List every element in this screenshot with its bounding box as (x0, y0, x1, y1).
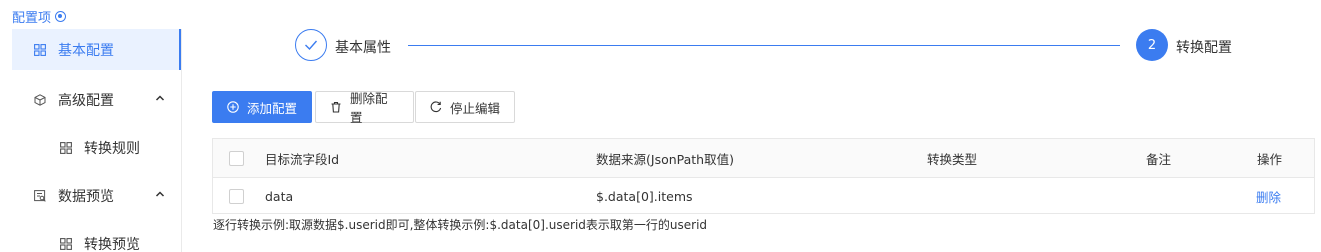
column-header: 操作 (1257, 151, 1283, 167)
column-header: 目标流字段Id (265, 151, 340, 167)
target-icon (55, 11, 67, 22)
grid-icon (60, 238, 72, 250)
step-2-label: 转换配置 (1176, 40, 1232, 56)
row-checkbox[interactable] (229, 188, 244, 204)
trash-icon (330, 101, 342, 113)
sidebar-item-label: 转换预览 (84, 237, 140, 252)
check-icon (305, 40, 318, 51)
refresh-icon (430, 101, 442, 113)
preview-icon (34, 190, 46, 202)
table-header: 目标流字段Id 数据来源(JsonPath取值) 转换类型 备注 操作 (213, 139, 1314, 178)
source-cell[interactable]: $.data[0].items (596, 178, 693, 214)
step-1-label: 基本属性 (335, 40, 391, 56)
grid-icon (60, 142, 72, 154)
chevron-up-icon[interactable] (155, 94, 165, 102)
add-circle-icon (227, 101, 239, 113)
chevron-up-icon[interactable] (155, 190, 165, 198)
column-header: 转换类型 (927, 151, 978, 167)
stop-editing-button[interactable]: 停止编辑 (415, 91, 515, 123)
step-connector (408, 45, 1120, 46)
step-1-indicator (295, 29, 327, 61)
select-all-checkbox-cell (229, 139, 244, 177)
sidebar-item-data-preview[interactable]: 数据预览 (34, 186, 114, 206)
sidebar-item-label: 转换规则 (84, 141, 140, 157)
table-row: data $.data[0].items 删除 (213, 178, 1314, 214)
sidebar-item-label: 基本配置 (58, 42, 114, 59)
sidebar-item-basic-config[interactable]: 基本配置 (12, 29, 182, 70)
select-all-checkbox[interactable] (229, 150, 244, 166)
sidebar-item-label: 数据预览 (58, 189, 114, 205)
column-header: 数据来源(JsonPath取值) (596, 151, 734, 167)
sidebar-item-advanced-config[interactable]: 高级配置 (34, 90, 114, 110)
sidebar-title: 配置项 (12, 7, 67, 26)
hint-text: 逐行转换示例:取源数据$.userid即可,整体转换示例:$.data[0].u… (213, 218, 708, 232)
sidebar-item-label: 高级配置 (58, 93, 114, 109)
add-config-button[interactable]: 添加配置 (212, 91, 312, 123)
cube-icon (34, 94, 46, 106)
row-checkbox-cell (229, 178, 244, 214)
step-2-indicator: 2 (1136, 29, 1168, 61)
sidebar-divider (181, 29, 182, 252)
delete-row-link[interactable]: 删除 (1256, 178, 1281, 214)
config-table: 目标流字段Id 数据来源(JsonPath取值) 转换类型 备注 操作 data… (212, 138, 1315, 214)
sidebar-item-transform-preview[interactable]: 转换预览 (60, 234, 140, 252)
column-header: 备注 (1146, 151, 1172, 167)
sidebar-item-transform-rules[interactable]: 转换规则 (60, 138, 140, 158)
delete-config-button[interactable]: 删除配置 (315, 91, 414, 125)
grid-icon (34, 43, 46, 56)
field-id-cell[interactable]: data (265, 178, 293, 214)
